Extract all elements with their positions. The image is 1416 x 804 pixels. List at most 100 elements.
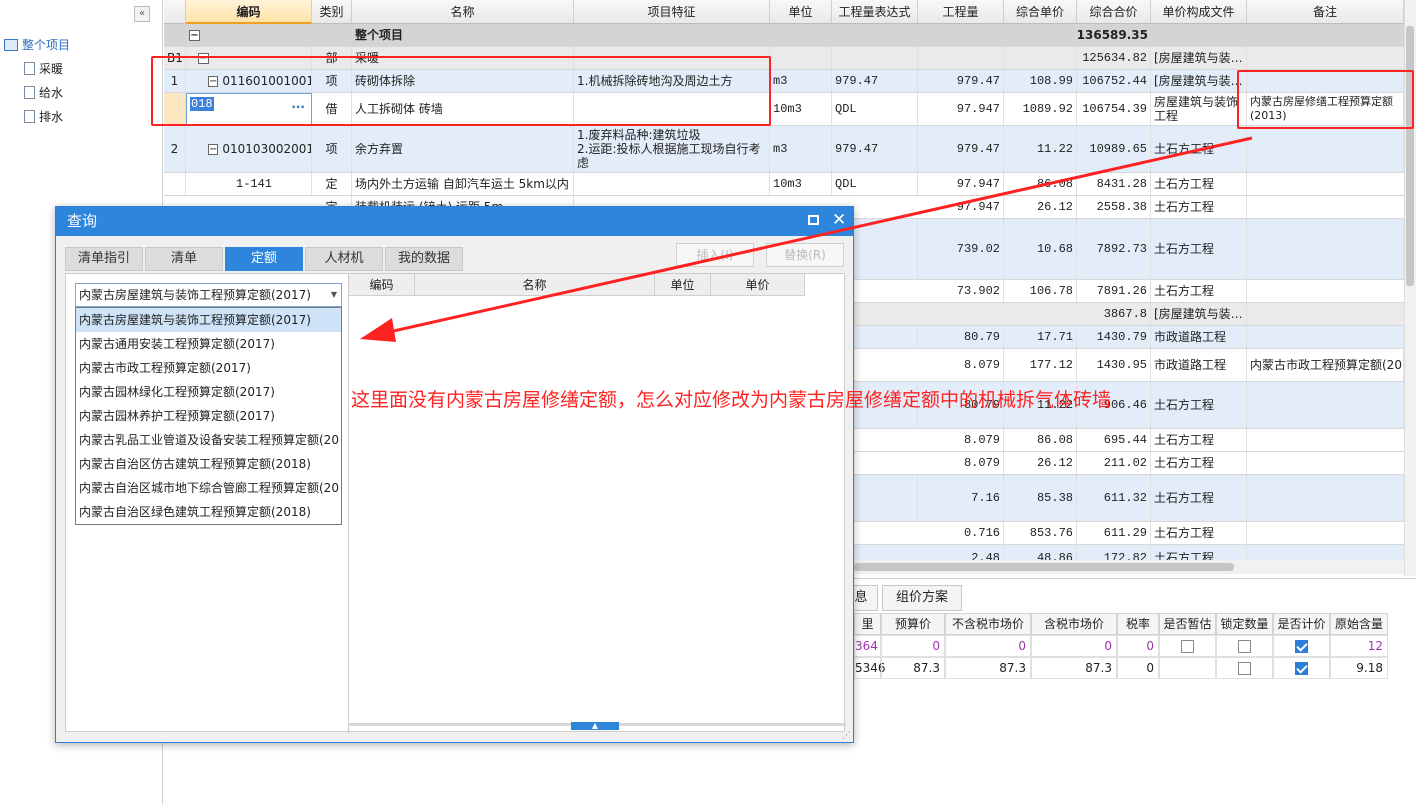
cell-price: 10.68: [1004, 219, 1077, 279]
col-header-code[interactable]: 编码: [349, 274, 415, 296]
col-header-unit[interactable]: 单位: [770, 0, 832, 24]
cell-type: 项: [312, 126, 352, 172]
chevron-down-icon[interactable]: ▼: [331, 284, 337, 306]
table-row-total[interactable]: − 整个项目 136589.35: [164, 24, 1404, 47]
cell-total: 1430.79: [1077, 326, 1151, 348]
col-header-seq: [164, 0, 186, 24]
lock-qty-checkbox[interactable]: [1238, 640, 1251, 653]
cell-qty: 97.947: [918, 93, 1004, 125]
cell-file: [房屋建筑与装…: [1151, 303, 1247, 325]
cell-budget: 0: [881, 635, 945, 657]
horizontal-scroll-thumb[interactable]: [854, 563, 1234, 571]
cell-market-in[interactable]: 87.3: [1031, 657, 1117, 679]
lock-qty-checkbox[interactable]: [1238, 662, 1251, 675]
cell-tax[interactable]: 0: [1117, 635, 1159, 657]
col-header-unit-price[interactable]: 综合单价: [1004, 0, 1077, 24]
col-header: 不含税市场价: [945, 613, 1031, 635]
cell-file: 土石方工程: [1151, 382, 1247, 428]
close-icon[interactable]: ✕: [832, 210, 846, 230]
cell-qty: 8.079: [918, 349, 1004, 381]
replace-button[interactable]: 替换(R): [766, 243, 844, 267]
col-header-name[interactable]: 名称: [415, 274, 655, 296]
dropdown-option[interactable]: 内蒙古房屋建筑与装饰工程预算定额(2017): [76, 308, 341, 332]
col-header-price[interactable]: 单价: [711, 274, 805, 296]
cell-type: 定: [312, 173, 352, 195]
dropdown-option[interactable]: 内蒙古市政工程预算定额(2017): [76, 356, 341, 380]
col-header-note[interactable]: 备注: [1247, 0, 1404, 24]
dropdown-option[interactable]: 内蒙古园林绿化工程预算定额(2017): [76, 380, 341, 404]
tree-node-root[interactable]: 整个项目: [4, 36, 70, 53]
dropdown-option[interactable]: 内蒙古园林养护工程预算定额(2017): [76, 404, 341, 428]
cell-unit: 10m3: [770, 93, 832, 125]
estimate-checkbox[interactable]: [1181, 640, 1194, 653]
dialog-title[interactable]: 查询: [56, 207, 853, 236]
cell-total: 611.29: [1077, 522, 1151, 544]
cell-price: 106.78: [1004, 280, 1077, 302]
cell-total: 125634.82: [1077, 47, 1151, 69]
col-header-unit[interactable]: 单位: [655, 274, 711, 296]
cell-qty: 8.079: [918, 452, 1004, 474]
cell-market-ex[interactable]: 87.3: [945, 657, 1031, 679]
col-header-name[interactable]: 名称: [352, 0, 574, 24]
tab-my-data[interactable]: 我的数据: [385, 247, 463, 271]
col-header-code[interactable]: 编码: [186, 0, 312, 24]
cell-qty: 80.79: [918, 326, 1004, 348]
tab-bill-guide[interactable]: 清单指引: [65, 247, 143, 271]
dropdown-option[interactable]: 内蒙古自治区城市地下综合管廊工程预算定额(20: [76, 476, 341, 500]
expand-up-icon[interactable]: ▲: [571, 722, 619, 730]
col-header: 预算价: [881, 613, 945, 635]
maximize-icon[interactable]: [808, 215, 819, 225]
cell-qty: 97.947: [918, 173, 1004, 195]
resize-grip-icon[interactable]: ⋰: [842, 731, 851, 741]
tree-node-water-supply[interactable]: 给水: [24, 84, 63, 101]
cell-expr: 979.47: [832, 126, 918, 172]
collapse-icon[interactable]: −: [189, 29, 200, 41]
tree-node-drainage[interactable]: 排水: [24, 108, 63, 125]
vertical-scroll-thumb[interactable]: [1406, 26, 1414, 286]
tree-node-heating[interactable]: 采暖: [24, 60, 63, 77]
dropdown-option[interactable]: 内蒙古自治区绿色建筑工程预算定额(2018): [76, 500, 341, 524]
cell-qty: 97.947: [918, 196, 1004, 218]
dropdown-option[interactable]: 内蒙古通用安装工程预算定额(2017): [76, 332, 341, 356]
cell-market-in[interactable]: 0: [1031, 635, 1117, 657]
cell-budget: 87.3: [881, 657, 945, 679]
cell-total: 8431.28: [1077, 173, 1151, 195]
collapse-panel-button[interactable]: «: [134, 6, 150, 22]
tab-bill[interactable]: 清单: [145, 247, 223, 271]
col-header-qty[interactable]: 工程量: [918, 0, 1004, 24]
cell-market-ex[interactable]: 0: [945, 635, 1031, 657]
quota-library-select[interactable]: 内蒙古房屋建筑与装饰工程预算定额(2017) ▼: [75, 283, 342, 307]
col-header-type[interactable]: 类别: [312, 0, 352, 24]
table-row[interactable]: 1-141 定 场内外土方运输 自卸汽车运土 5km以内 10m3 QDL 97…: [164, 173, 1404, 196]
col-header: 里: [854, 613, 881, 635]
cell-tax[interactable]: 0: [1117, 657, 1159, 679]
col-header-expr[interactable]: 工程量表达式: [832, 0, 918, 24]
col-header-price-file[interactable]: 单价构成文件: [1151, 0, 1247, 24]
cell-qty: 5346: [854, 657, 886, 679]
priced-checkbox[interactable]: [1295, 662, 1308, 675]
tab-quota[interactable]: 定额: [225, 247, 303, 271]
dropdown-option[interactable]: 内蒙古乳品工业管道及设备安装工程预算定额(20: [76, 428, 341, 452]
col-header-feature[interactable]: 项目特征: [574, 0, 770, 24]
cell-price: 108.99: [1004, 70, 1077, 92]
quota-result-grid[interactable]: 编码 名称 单位 单价: [348, 274, 846, 733]
annotation-box-note: [1237, 70, 1414, 129]
col-header-total[interactable]: 综合合价: [1077, 0, 1151, 24]
cell-qty: 979.47: [918, 126, 1004, 172]
table-row[interactable]: 2 −010103002001 项 余方弃置 1.废弃料品种:建筑垃圾 2.运距…: [164, 126, 1404, 173]
cell-total: 1430.95: [1077, 349, 1151, 381]
annotation-text: 这里面没有内蒙古房屋修缮定额，怎么对应修改为内蒙古房屋修缮定额中的机械拆气体砖墙: [351, 389, 1112, 411]
cell-file: [房屋建筑与装…: [1151, 70, 1247, 92]
cell-total: 2558.38: [1077, 196, 1151, 218]
tab-pricing-plan[interactable]: 组价方案: [882, 585, 962, 611]
cell-name: 余方弃置: [352, 126, 574, 172]
tab-materials[interactable]: 人材机: [305, 247, 383, 271]
dropdown-option[interactable]: 内蒙古自治区仿古建筑工程预算定额(2018): [76, 452, 341, 476]
cell-file: 房屋建筑与装饰工程: [1151, 93, 1247, 125]
collapse-icon[interactable]: −: [208, 143, 219, 155]
cell-qty: 979.47: [918, 70, 1004, 92]
cell-file: 土石方工程: [1151, 219, 1247, 279]
insert-button[interactable]: 插入(I): [676, 243, 754, 267]
cell-orig: 9.18: [1330, 657, 1388, 679]
priced-checkbox[interactable]: [1295, 640, 1308, 653]
